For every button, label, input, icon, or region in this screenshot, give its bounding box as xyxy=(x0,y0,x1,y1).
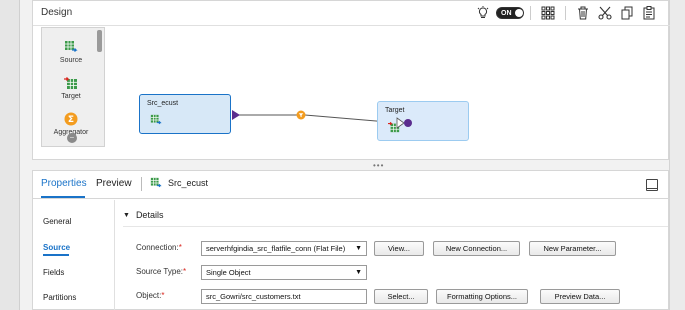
delete-icon[interactable] xyxy=(572,4,594,22)
left-panel-strip xyxy=(0,0,20,310)
design-title: Design xyxy=(41,7,73,18)
mapping-canvas[interactable]: Src_ecust Target xyxy=(113,27,669,159)
nav-item-general[interactable]: General xyxy=(43,217,71,226)
palette-item-source[interactable]: Source xyxy=(42,40,100,64)
formatting-options-button[interactable]: Formatting Options... xyxy=(436,289,528,304)
properties-tabs: Properties Preview Src_ecust xyxy=(33,171,670,199)
new-parameter-button[interactable]: New Parameter... xyxy=(529,241,616,256)
grid-icon[interactable] xyxy=(537,4,559,22)
toolbar-divider xyxy=(565,6,566,20)
object-value: src_Gowri/src_customers.txt xyxy=(206,292,301,301)
source-icon xyxy=(150,177,162,188)
new-connection-button[interactable]: New Connection... xyxy=(433,241,520,256)
details-label: Details xyxy=(135,210,164,220)
source-type-value: Single Object xyxy=(206,268,251,277)
chevron-down-icon: ▼ xyxy=(355,269,362,276)
app-window: Design ON Source Target Σ – Src_ecust Ta… xyxy=(0,0,685,310)
aggregator-icon: Σ xyxy=(64,112,78,126)
design-panel: Design ON Source Target Σ – Src_ecust Ta… xyxy=(32,0,670,160)
caret-down-icon: ▼ xyxy=(123,211,130,219)
properties-nav: General Source Fields Partitions xyxy=(33,200,115,310)
palette-label: Target xyxy=(61,93,81,100)
nav-item-source[interactable]: Source xyxy=(43,243,70,252)
auto-layout-toggle[interactable]: ON xyxy=(496,7,524,19)
properties-panel: Properties Preview Src_ecust General Sou… xyxy=(32,170,670,310)
cut-icon[interactable] xyxy=(594,4,616,22)
details-divider xyxy=(123,226,668,227)
source-type-label: Source Type:* xyxy=(136,267,186,276)
input-port-icon[interactable] xyxy=(396,117,414,129)
view-button[interactable]: View... xyxy=(374,241,424,256)
tab-properties[interactable]: Properties xyxy=(41,178,87,189)
nav-item-partitions[interactable]: Partitions xyxy=(43,293,76,302)
toolbar-divider xyxy=(530,6,531,20)
maximize-panel-icon[interactable] xyxy=(646,179,658,191)
source-node[interactable]: Src_ecust xyxy=(139,94,231,134)
connection-label-text: Connection: xyxy=(136,243,179,252)
transformation-palette: Source Target Σ Aggregator – xyxy=(41,27,105,147)
nav-item-fields[interactable]: Fields xyxy=(43,268,64,277)
connection-label: Connection:* xyxy=(136,243,182,252)
lightbulb-icon[interactable] xyxy=(472,4,494,22)
palette-label: Source xyxy=(59,57,83,64)
preview-data-button[interactable]: Preview Data... xyxy=(540,289,620,304)
design-divider xyxy=(33,25,670,26)
target-node[interactable]: Target xyxy=(377,101,469,141)
source-type-label-text: Source Type: xyxy=(136,267,183,276)
toggle-label: ON xyxy=(501,9,512,17)
target-node-label: Target xyxy=(385,107,405,114)
source-icon xyxy=(65,41,78,52)
selected-object-name: Src_ecust xyxy=(168,178,209,188)
collapse-palette-icon[interactable]: – xyxy=(67,133,77,143)
tab-divider xyxy=(141,177,142,191)
object-label: Object:* xyxy=(136,291,164,300)
selected-object: Src_ecust xyxy=(150,177,208,189)
tab-preview[interactable]: Preview xyxy=(96,178,132,189)
design-toolbar: ON xyxy=(472,4,660,22)
target-icon xyxy=(64,77,77,89)
link-filter-icon[interactable] xyxy=(296,110,306,120)
paste-icon[interactable] xyxy=(638,4,660,22)
select-button[interactable]: Select... xyxy=(374,289,428,304)
copy-icon[interactable] xyxy=(616,4,638,22)
toggle-knob xyxy=(514,9,523,17)
object-label-text: Object: xyxy=(136,291,162,300)
object-field[interactable]: src_Gowri/src_customers.txt xyxy=(201,289,367,304)
connection-value: serverhfgindia_src_flatfile_conn (Flat F… xyxy=(206,244,346,253)
source-type-select[interactable]: Single Object ▼ xyxy=(201,265,367,280)
required-marker: * xyxy=(161,291,165,300)
svg-text:Σ: Σ xyxy=(68,115,74,125)
source-icon xyxy=(150,114,162,125)
panel-resize-handle[interactable]: ••• xyxy=(373,162,393,170)
active-tab-indicator xyxy=(41,196,85,198)
details-section-header[interactable]: ▼ Details xyxy=(123,210,163,220)
chevron-down-icon: ▼ xyxy=(355,245,362,252)
source-node-label: Src_ecust xyxy=(147,100,179,107)
palette-item-target[interactable]: Target xyxy=(42,76,100,100)
output-port-icon[interactable] xyxy=(231,109,241,121)
required-marker: * xyxy=(183,267,187,276)
nav-active-indicator xyxy=(43,254,69,256)
right-panel-strip xyxy=(669,0,685,310)
connection-select[interactable]: serverhfgindia_src_flatfile_conn (Flat F… xyxy=(201,241,367,256)
required-marker: * xyxy=(178,243,182,252)
